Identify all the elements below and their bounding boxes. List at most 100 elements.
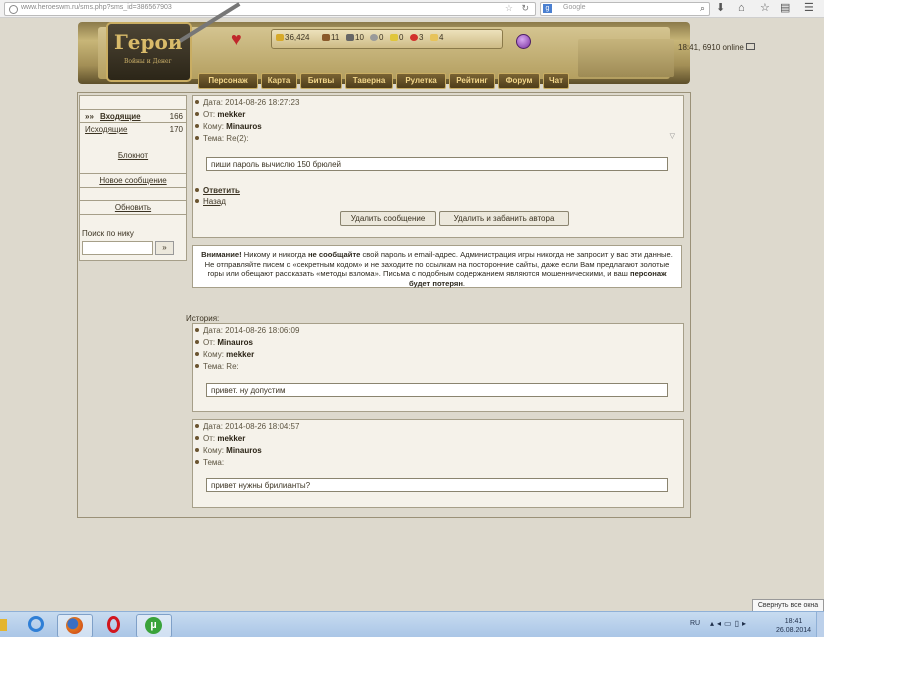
taskbar-opera[interactable] xyxy=(97,614,131,636)
bullet-icon xyxy=(195,136,199,140)
library-icon[interactable]: ▤ xyxy=(780,2,790,14)
gold-icon xyxy=(276,34,284,41)
opera-icon xyxy=(107,616,120,633)
nav-forum[interactable]: Форум xyxy=(498,73,540,89)
resources-bar: 36,424 11 10 0 0 3 4 xyxy=(271,29,503,49)
nav-tavern[interactable]: Таверна xyxy=(345,73,393,89)
bullet-icon xyxy=(195,340,199,344)
nav-rating[interactable]: Рейтинг xyxy=(449,73,495,89)
health-heart-icon: ♥ xyxy=(231,29,242,49)
bullet-icon xyxy=(195,188,199,192)
current-message: Дата: 2014-08-26 18:27:23 От: mekker Ком… xyxy=(192,95,684,238)
taskbar-firefox[interactable] xyxy=(57,614,93,637)
nav-battles[interactable]: Битвы xyxy=(300,73,342,89)
message-to: Кому: Minauros xyxy=(195,121,262,132)
nav-roulette[interactable]: Рулетка xyxy=(396,73,446,89)
server-status: 18:41, 6910 online xyxy=(678,43,755,52)
tray-date: 26.08.2014 xyxy=(776,627,812,634)
refresh-link[interactable]: Обновить xyxy=(115,203,151,212)
game-logo[interactable]: Герои Войны и Денег xyxy=(106,22,192,82)
search-icon[interactable]: ⌕ xyxy=(700,3,705,14)
nav-chat[interactable]: Чат xyxy=(543,73,569,89)
message-body: привет. ну допустим xyxy=(206,383,668,397)
address-bar-url: www.heroeswm.ru/sms.php?sms_id=386567903 xyxy=(21,4,172,11)
sidebar-divider xyxy=(80,200,186,201)
bullet-icon xyxy=(195,112,199,116)
sidebar-item-new-message[interactable]: Новое сообщение xyxy=(80,175,186,187)
taskbar-utorrent[interactable]: µ xyxy=(136,614,172,637)
bullet-icon xyxy=(195,436,199,440)
sidebar-divider xyxy=(80,109,186,110)
folder-icon xyxy=(0,619,7,631)
outbox-count: 170 xyxy=(169,125,183,134)
gems-icon xyxy=(430,34,438,41)
show-desktop-button[interactable] xyxy=(816,612,824,637)
language-indicator[interactable]: RU xyxy=(690,620,700,627)
sidebar-divider xyxy=(80,122,186,123)
message-date: Дата: 2014-08-26 18:04:57 xyxy=(195,421,299,432)
sidebar-item-notepad[interactable]: Блокнот xyxy=(80,150,186,162)
taskbar-app-partial[interactable] xyxy=(0,614,8,636)
notepad-link[interactable]: Блокнот xyxy=(118,151,148,160)
camera-icon[interactable] xyxy=(745,43,755,50)
nick-search-input[interactable] xyxy=(82,241,153,255)
outbox-link[interactable]: Исходящие xyxy=(85,124,127,136)
server-status-text: 18:41, 6910 online xyxy=(678,43,744,52)
reply-link[interactable]: Ответить xyxy=(203,186,240,195)
search-bar[interactable]: g Google ⌕ xyxy=(540,2,710,16)
sidebar-item-refresh[interactable]: Обновить xyxy=(80,202,186,214)
address-bar[interactable]: www.heroeswm.ru/sms.php?sms_id=386567903… xyxy=(4,2,536,16)
sidebar-divider xyxy=(80,214,186,215)
message-from: От: mekker xyxy=(195,433,245,444)
message-subject: Тема: Re(2): xyxy=(195,133,249,144)
browser-toolbar: www.heroeswm.ru/sms.php?sms_id=386567903… xyxy=(0,0,824,18)
bullet-icon xyxy=(195,328,199,332)
city-image xyxy=(578,39,674,77)
message-subject: Тема: Re: xyxy=(195,361,239,372)
tray-clock[interactable]: 18:41 26.08.2014 xyxy=(776,617,811,635)
delete-ban-author-button[interactable]: Удалить и забанить автора xyxy=(439,211,569,226)
history-message: Дата: 2014-08-26 18:06:09 От: Minauros К… xyxy=(192,323,684,412)
back-link[interactable]: Назад xyxy=(203,197,226,206)
system-tray-icons[interactable]: ▴◂▭▯▸ xyxy=(710,619,749,628)
bullet-icon xyxy=(195,364,199,368)
home-icon[interactable]: ⌂ xyxy=(738,2,745,14)
logo-title: Герои xyxy=(114,30,183,54)
history-label: История: xyxy=(186,314,220,323)
bookmarks-icon[interactable]: ☆ xyxy=(760,2,770,14)
nav-map[interactable]: Карта xyxy=(261,73,297,89)
taskbar-ie[interactable] xyxy=(20,614,54,636)
search-bar-placeholder: Google xyxy=(563,4,586,11)
message-date: Дата: 2014-08-26 18:27:23 xyxy=(195,97,299,108)
google-icon: g xyxy=(543,4,552,13)
menu-icon[interactable]: ☰ xyxy=(804,2,814,14)
bullet-icon xyxy=(195,124,199,128)
bullet-icon xyxy=(195,199,199,203)
utorrent-icon: µ xyxy=(145,617,162,634)
download-icon[interactable]: ⬇ xyxy=(716,2,725,14)
message-to: Кому: mekker xyxy=(195,349,254,360)
nav-character[interactable]: Персонаж xyxy=(198,73,258,89)
message-from: От: mekker xyxy=(195,109,245,120)
game-header: Герои Войны и Денег ♥ 36,424 11 10 0 0 3… xyxy=(78,2,755,92)
new-message-link[interactable]: Новое сообщение xyxy=(99,176,166,185)
reload-icon[interactable]: ↻ xyxy=(521,3,529,14)
expand-triangle-icon[interactable]: ▽ xyxy=(670,132,675,140)
message-to: Кому: Minauros xyxy=(195,445,262,456)
nick-search-button[interactable]: » xyxy=(155,241,174,255)
gold-resource: 36,424 xyxy=(276,33,309,42)
bullet-icon xyxy=(195,460,199,464)
security-warning: Внимание! Никому и никогда не сообщайте … xyxy=(192,245,682,288)
wood-icon xyxy=(322,34,330,41)
search-by-nick-label: Поиск по нику xyxy=(82,229,134,238)
bookmark-star-icon[interactable]: ☆ xyxy=(505,3,513,14)
ore-resource: 10 xyxy=(346,33,364,42)
mana-orb-icon xyxy=(516,34,531,49)
firefox-icon xyxy=(66,617,83,634)
message-subject: Тема: xyxy=(195,457,224,468)
mail-sidebar: »» Входящие 166 Исходящие 170 Блокнот Но… xyxy=(79,95,187,261)
crystal-icon xyxy=(410,34,418,41)
sidebar-item-outbox[interactable]: Исходящие 170 xyxy=(80,124,186,136)
delete-message-button[interactable]: Удалить сообщение xyxy=(340,211,436,226)
back-item: Назад xyxy=(195,196,226,207)
